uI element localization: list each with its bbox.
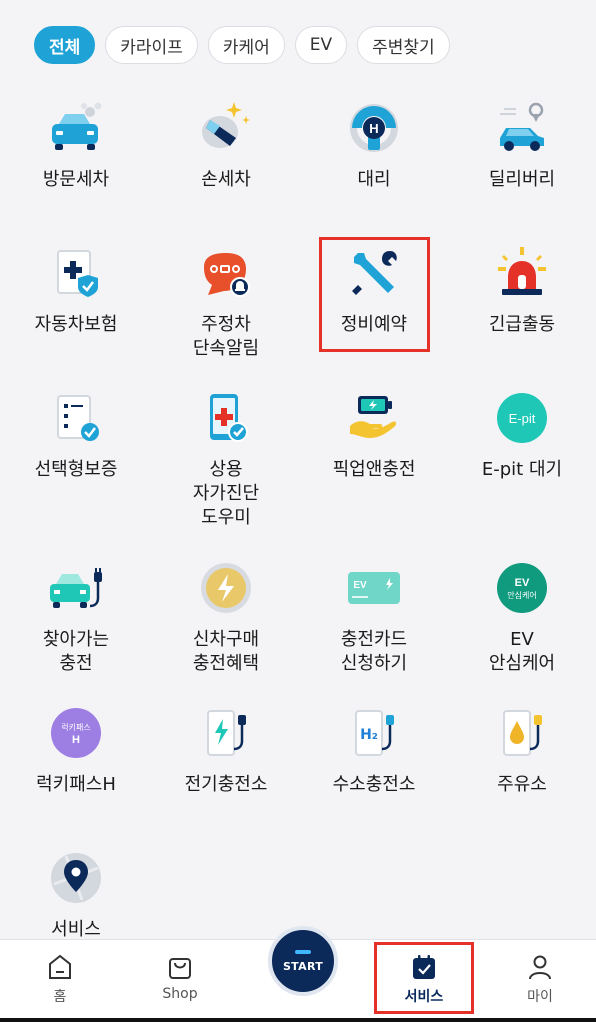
filter-chip-all[interactable]: 전체: [34, 26, 96, 64]
service-epit-waiting[interactable]: E-pit E-pit 대기: [448, 388, 596, 482]
service-label: 전기충전소: [184, 774, 268, 795]
service-driver[interactable]: H 대리: [300, 98, 448, 192]
service-ev-charging-station[interactable]: 전기충전소: [152, 703, 300, 797]
ev-charge-card-icon: EV: [344, 558, 404, 618]
start-indicator-icon: [295, 949, 311, 954]
shopping-bag-icon: [169, 958, 191, 979]
bottom-tab-bar: 홈 Shop START 서비스 마이: [0, 926, 596, 1022]
service-ev-care[interactable]: EV 안심케어 EV 안심케어: [448, 558, 596, 676]
epit-logo-text: E-pit: [509, 411, 536, 426]
tab-my[interactable]: 마이: [495, 952, 585, 1006]
start-button[interactable]: START: [268, 926, 338, 996]
service-hand-wash[interactable]: 손세차: [152, 98, 300, 192]
h2-text: H₂: [360, 727, 378, 743]
service-label: 손세차: [201, 169, 251, 190]
insurance-document-icon: [46, 243, 106, 303]
hand-wash-icon: [196, 98, 256, 158]
filter-chip-ev[interactable]: EV: [294, 26, 348, 64]
start-label: START: [282, 959, 324, 973]
service-optional-warranty[interactable]: 선택형보증: [2, 388, 150, 482]
service-label: 주정차 단속알림: [192, 314, 260, 359]
service-label: 자동차보험: [34, 314, 118, 335]
ev-care-bottom-text: 안심케어: [507, 590, 536, 600]
service-label: 픽업앤충전: [332, 459, 416, 480]
ev-charging-station-icon: [196, 703, 256, 763]
service-car-insurance[interactable]: 자동차보험: [2, 243, 150, 337]
lucky-pass-bottom-text: H: [72, 734, 80, 746]
service-self-diagnosis[interactable]: 상용 자가진단 도우미: [152, 388, 300, 530]
service-label: E-pit 대기: [481, 459, 563, 480]
battery-hand-icon: [344, 388, 404, 448]
service-label: 주유소: [497, 774, 547, 795]
service-mobile-charging[interactable]: 찾아가는 충전: [2, 558, 150, 676]
service-mobile-wash[interactable]: 방문세차: [2, 98, 150, 192]
home-icon: [49, 954, 71, 979]
service-label: EV 안심케어: [488, 629, 556, 674]
filter-chip-carcare[interactable]: 카케어: [207, 26, 285, 64]
ev-care-top-text: EV: [515, 577, 530, 589]
lucky-pass-top-text: 럭키패스: [61, 722, 90, 732]
mobile-charging-car-icon: [46, 558, 106, 618]
service-emergency[interactable]: 긴급출동: [448, 243, 596, 337]
ev-care-icon: EV 안심케어: [492, 558, 552, 618]
tab-label: 마이: [527, 989, 553, 1005]
service-lucky-pass[interactable]: 럭키패스 H 럭키패스H: [2, 703, 150, 797]
gas-station-icon: [492, 703, 552, 763]
highlight-maintenance-booking: [319, 237, 430, 352]
service-label: 충전카드 신청하기: [340, 629, 408, 674]
service-hydrogen-station[interactable]: H₂ 수소충전소: [300, 703, 448, 797]
parking-alert-icon: [196, 243, 256, 303]
ev-card-text: EV: [353, 580, 367, 591]
map-pin-icon: [46, 848, 106, 908]
filter-chip-nearby[interactable]: 주변찾기: [357, 26, 450, 64]
home-indicator-bar: [0, 1018, 596, 1022]
steering-h-text: H: [369, 121, 378, 136]
highlight-service-tab: [374, 942, 474, 1014]
service-parking-alert[interactable]: 주정차 단속알림: [152, 243, 300, 361]
filter-chip-carlife[interactable]: 카라이프: [105, 26, 198, 64]
lightning-coin-icon: [196, 558, 256, 618]
service-label: 수소충전소: [332, 774, 416, 795]
service-new-car-charge-benefit[interactable]: 신차구매 충전혜택: [152, 558, 300, 676]
service-gas-station[interactable]: 주유소: [448, 703, 596, 797]
service-label: 찾아가는 충전: [42, 629, 110, 674]
car-delivery-icon: [492, 98, 552, 158]
service-label: 딜리버리: [488, 169, 556, 190]
person-icon: [529, 955, 551, 980]
phone-diagnosis-icon: [196, 388, 256, 448]
epit-icon: E-pit: [492, 388, 552, 448]
service-label: 선택형보증: [34, 459, 118, 480]
lucky-pass-icon: 럭키패스 H: [46, 703, 106, 763]
service-label: 방문세차: [42, 169, 110, 190]
category-filter-bar: 전체 카라이프 카케어 EV 주변찾기: [34, 26, 450, 64]
service-delivery[interactable]: 딜리버리: [448, 98, 596, 192]
service-label: 긴급출동: [488, 314, 556, 335]
service-service-map[interactable]: 서비스: [2, 848, 150, 942]
service-label: 신차구매 충전혜택: [192, 629, 260, 674]
tab-label: 홈: [53, 989, 67, 1005]
service-charge-card[interactable]: EV 충전카드 신청하기: [300, 558, 448, 676]
tab-shop[interactable]: Shop: [135, 952, 225, 1002]
service-label: 상용 자가진단 도우미: [192, 459, 260, 528]
service-label: 대리: [357, 169, 391, 190]
service-pickup-charge[interactable]: 픽업앤충전: [300, 388, 448, 482]
service-label: 럭키패스H: [36, 774, 116, 795]
hydrogen-station-icon: H₂: [344, 703, 404, 763]
tab-home[interactable]: 홈: [15, 952, 105, 1006]
warranty-checklist-icon: [46, 388, 106, 448]
emergency-siren-icon: [492, 243, 552, 303]
steering-wheel-icon: H: [344, 98, 404, 158]
mobile-wash-car-icon: [46, 98, 106, 158]
tab-label: Shop: [162, 986, 198, 1002]
